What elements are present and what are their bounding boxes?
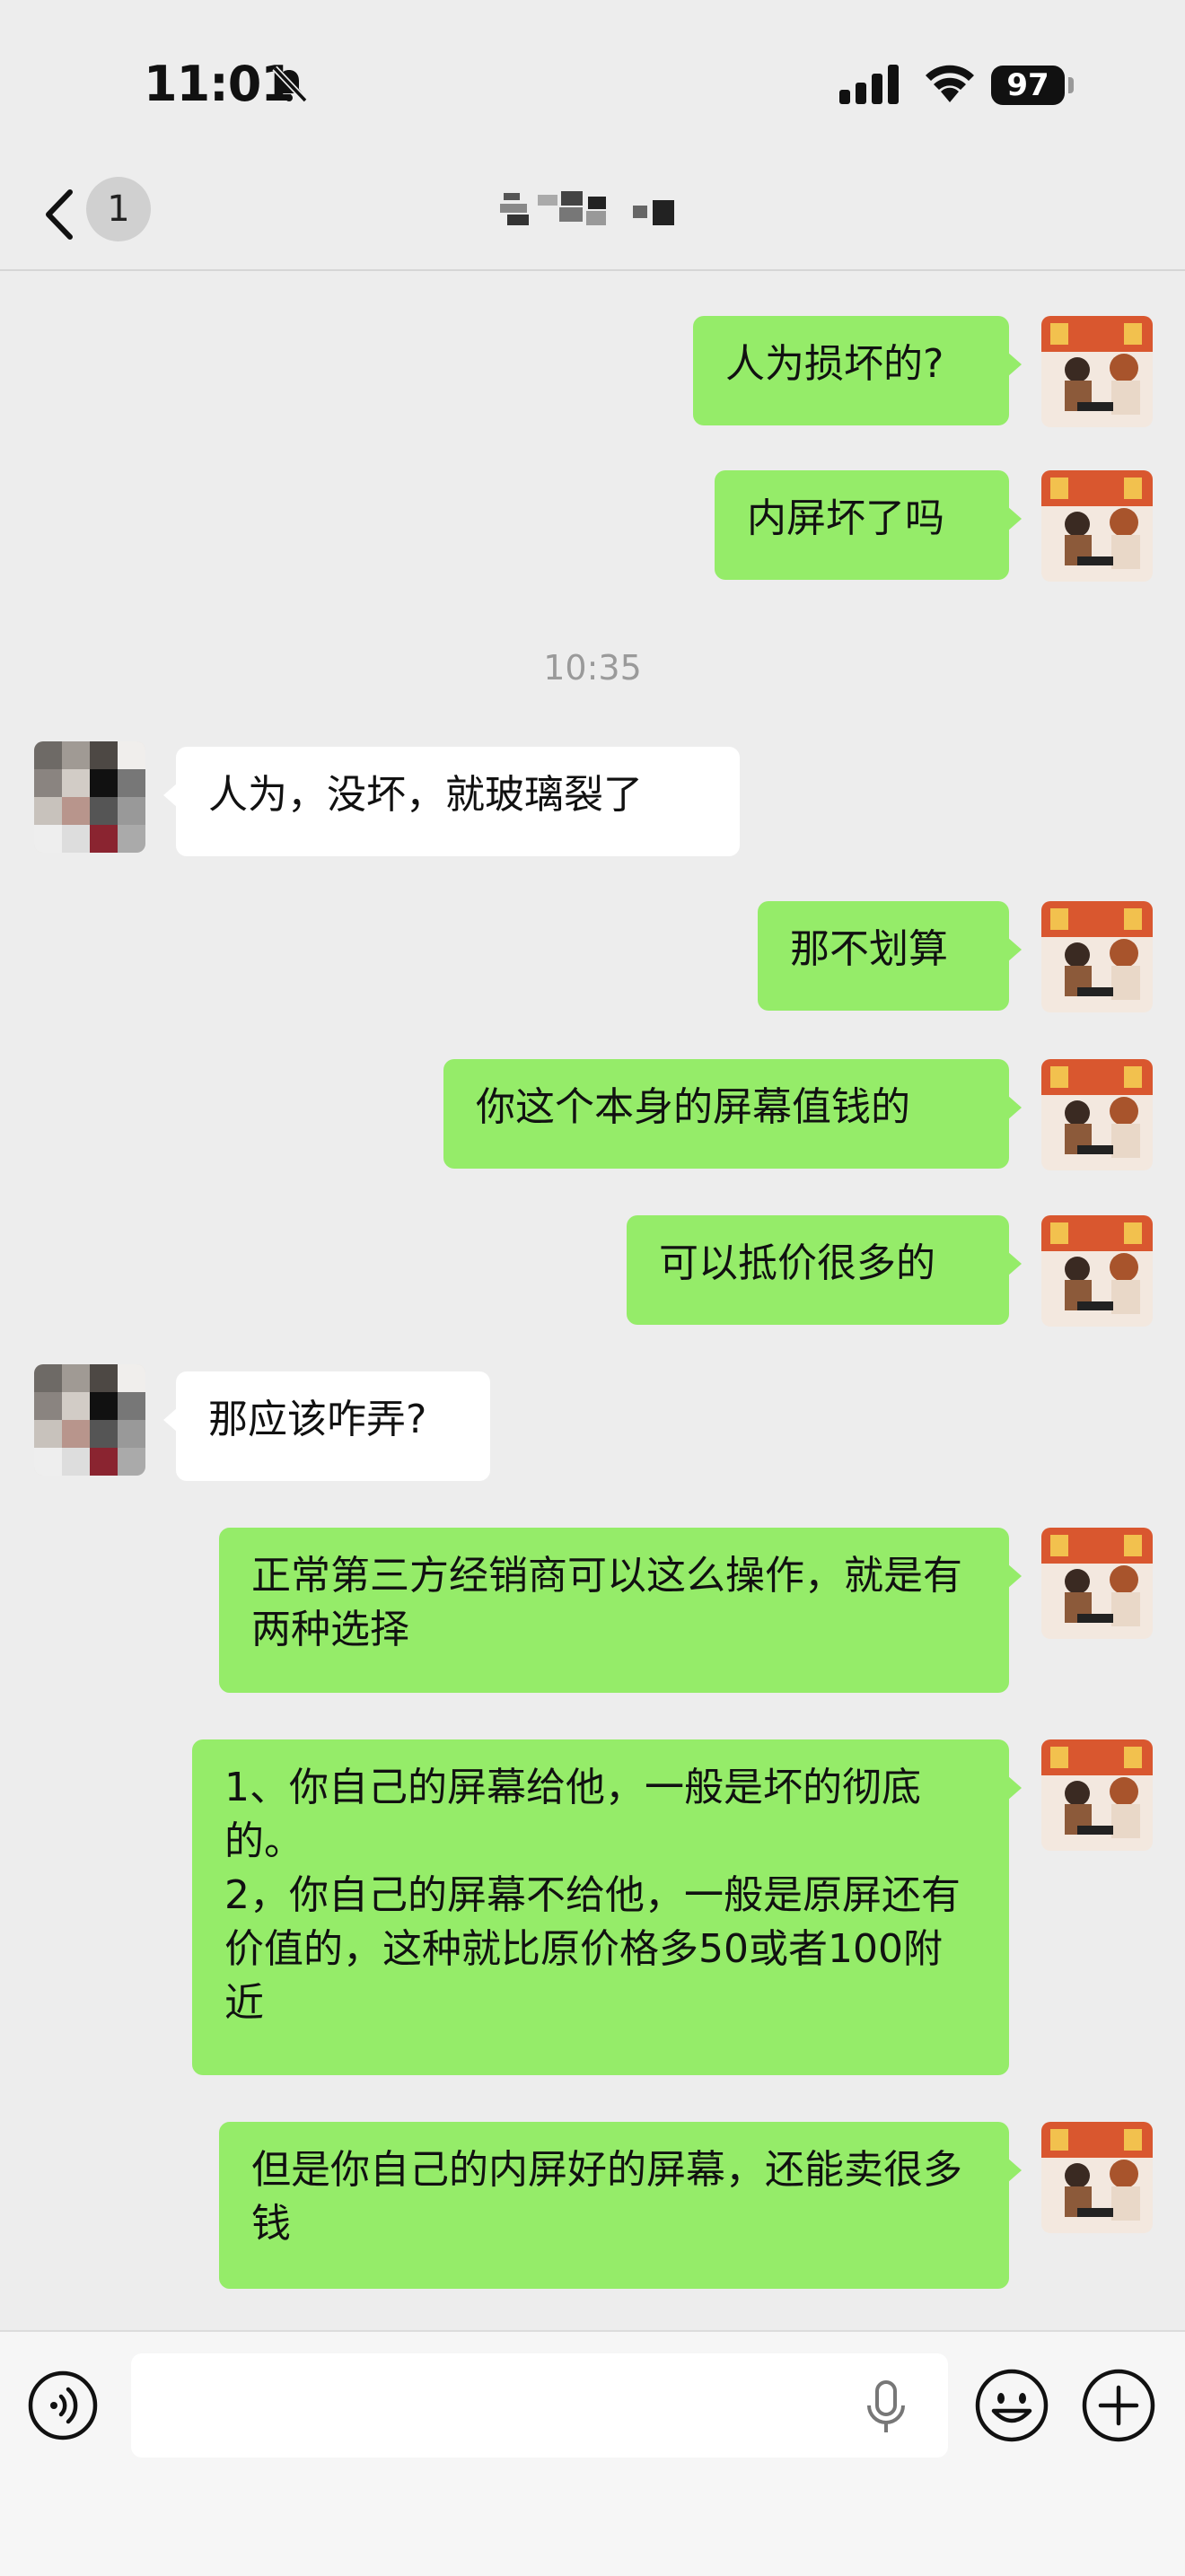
signal-icon bbox=[839, 65, 899, 104]
battery-icon: 97 bbox=[991, 66, 1065, 105]
my-avatar[interactable] bbox=[1041, 1739, 1153, 1851]
my-avatar[interactable] bbox=[1041, 1215, 1153, 1327]
unread-count-badge[interactable]: 1 bbox=[86, 177, 151, 241]
my-avatar[interactable] bbox=[1041, 316, 1153, 427]
microphone-icon[interactable] bbox=[864, 2379, 908, 2436]
emoji-icon[interactable] bbox=[974, 2368, 1049, 2443]
contact-avatar[interactable] bbox=[34, 741, 145, 853]
bell-slash-icon bbox=[272, 66, 308, 103]
message-bubble-sent[interactable]: 正常第三方经销商可以这么操作，就是有两种选择 bbox=[219, 1528, 1022, 1693]
message-bubble-sent[interactable]: 那不划算 bbox=[758, 901, 1022, 1011]
message-bubble-sent[interactable]: 内屏坏了吗 bbox=[715, 470, 1022, 580]
message-bubble-sent[interactable]: 可以抵价很多的 bbox=[627, 1215, 1022, 1325]
voice-icon[interactable] bbox=[27, 2370, 99, 2441]
time-divider: 10:35 bbox=[543, 648, 642, 688]
wifi-icon bbox=[926, 65, 974, 102]
message-input[interactable] bbox=[131, 2353, 948, 2458]
message-bubble-sent[interactable]: 人为损坏的? bbox=[693, 316, 1022, 425]
my-avatar[interactable] bbox=[1041, 470, 1153, 582]
my-avatar[interactable] bbox=[1041, 1528, 1153, 1639]
contact-name-obscured bbox=[500, 191, 674, 225]
plus-icon[interactable] bbox=[1081, 2368, 1156, 2443]
chevron-left-icon[interactable] bbox=[38, 183, 88, 246]
battery-cap bbox=[1068, 77, 1074, 93]
my-avatar[interactable] bbox=[1041, 901, 1153, 1012]
message-bubble-received[interactable]: 人为，没坏，就玻璃裂了 bbox=[163, 747, 740, 856]
message-bubble-sent[interactable]: 但是你自己的内屏好的屏幕，还能卖很多钱 bbox=[219, 2122, 1022, 2289]
message-bubble-sent[interactable]: 1、你自己的屏幕给他，一般是坏的彻底的。 2，你自己的屏幕不给他，一般是原屏还有… bbox=[192, 1739, 1022, 2075]
status-bar: 11:01 97 bbox=[0, 0, 1185, 162]
my-avatar[interactable] bbox=[1041, 2122, 1153, 2233]
contact-avatar[interactable] bbox=[34, 1364, 145, 1476]
message-bubble-received[interactable]: 那应该咋弄? bbox=[163, 1371, 490, 1481]
my-avatar[interactable] bbox=[1041, 1059, 1153, 1170]
message-bubble-sent[interactable]: 你这个本身的屏幕值钱的 bbox=[443, 1059, 1022, 1169]
